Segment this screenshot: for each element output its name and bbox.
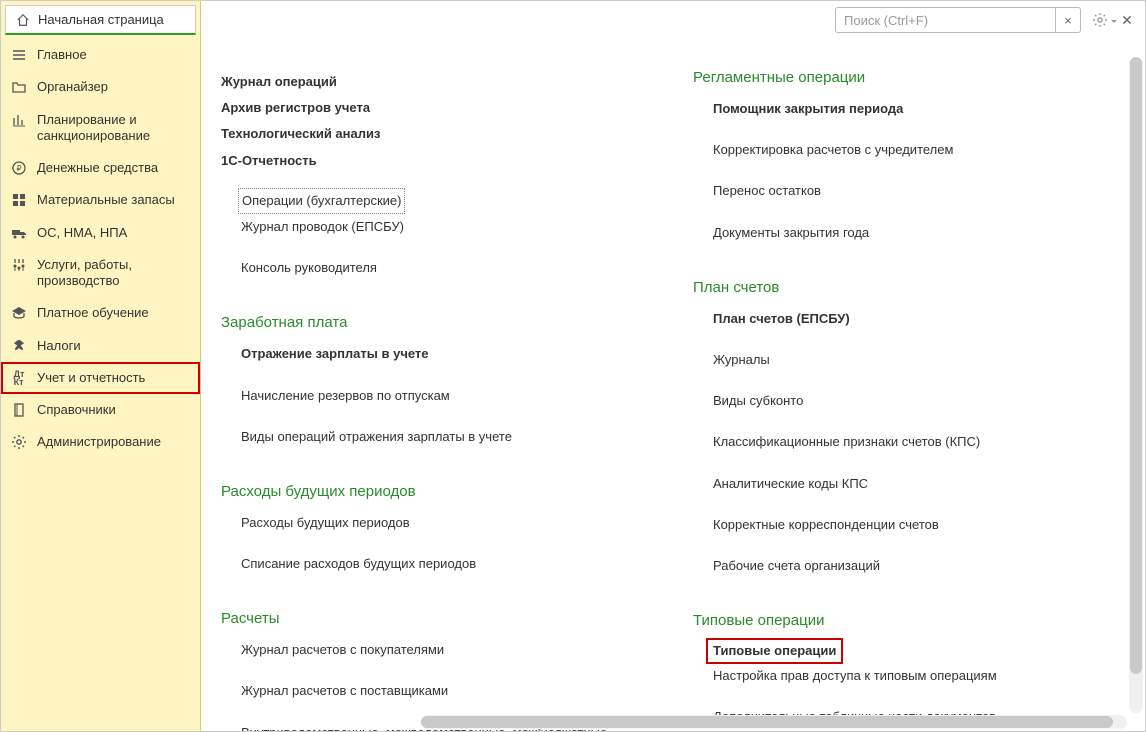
planning-icon [11,112,27,128]
truck-icon [11,225,27,241]
left-column: Журнал операцийАрхив регистров учетаТехн… [221,39,653,731]
settings-button[interactable] [1089,9,1111,31]
nav-item-book[interactable]: Справочники [1,394,200,426]
topbar: × ✕ [201,1,1145,39]
gear-icon [11,434,27,450]
nav-item-label: Планирование и санкционирование [37,112,190,145]
grad-icon [11,305,27,321]
menu-link[interactable]: Журналы [693,347,1125,373]
content-area: Журнал операцийАрхив регистров учетаТехн… [201,39,1145,731]
folder-icon [11,79,27,95]
menu-link[interactable]: Виды субконто [693,388,1125,414]
ruble-icon: ₽ [11,160,27,176]
menu-link[interactable]: Журнал расчетов с покупателями [221,637,653,663]
nav-item-gear[interactable]: Администрирование [1,426,200,458]
book-icon [11,402,27,418]
menu-icon [11,47,27,63]
nav-item-label: Администрирование [37,434,161,450]
nav-item-truck[interactable]: ОС, НМА, НПА [1,217,200,249]
search-clear-button[interactable]: × [1055,7,1081,33]
home-tab-label: Начальная страница [38,12,164,27]
group-title: Регламентные операции [693,69,1125,86]
menu-link[interactable]: Виды операций отражения зарплаты в учете [221,424,653,450]
menu-link[interactable]: Операции (бухгалтерские) [238,188,405,214]
menu-link[interactable]: Консоль руководителя [221,255,653,281]
close-icon: ✕ [1121,12,1133,29]
menu-link[interactable]: Начисление резервов по отпускам [221,383,653,409]
nav-item-label: Материальные запасы [37,192,175,208]
horizontal-scrollbar[interactable] [421,715,1127,729]
sidebar: Начальная страница Главное Органайзер План… [1,1,201,731]
menu-link[interactable]: Расходы будущих периодов [221,510,653,536]
menu-link[interactable]: Журнал расчетов с поставщиками [221,678,653,704]
vertical-scrollbar[interactable] [1129,57,1143,713]
menu-link[interactable]: Корректировка расчетов с учредителем [693,137,1125,163]
menu-link[interactable]: Типовые операции [707,639,842,663]
group-title: Расчеты [221,610,653,627]
search-input[interactable] [835,7,1055,33]
nav-item-dtkt[interactable]: ДтКт Учет и отчетность [1,362,200,394]
menu-link[interactable]: Архив регистров учета [221,95,653,121]
menu-link[interactable]: Корректные корреспонденции счетов [693,512,1125,538]
nav-item-label: Справочники [37,402,116,418]
eagle-icon [11,338,27,354]
menu-link[interactable]: Классификационные признаки счетов (КПС) [693,429,1125,455]
nav-item-label: Денежные средства [37,160,158,176]
nav-item-label: Органайзер [37,79,108,95]
nav-item-label: Налоги [37,338,81,354]
services-icon [11,257,27,273]
nav-item-label: Главное [37,47,87,63]
home-icon [16,13,30,27]
search-wrap: × [835,7,1081,33]
svg-text:₽: ₽ [16,164,21,173]
nav-item-planning[interactable]: Планирование и санкционирование [1,104,200,153]
menu-link[interactable]: План счетов (ЕПСБУ) [693,306,1125,332]
nav-item-label: ОС, НМА, НПА [37,225,127,241]
group-title: Заработная плата [221,314,653,331]
nav-item-boxes[interactable]: Материальные запасы [1,184,200,216]
boxes-icon [11,192,27,208]
dtkt-icon: ДтКт [11,370,27,386]
nav-item-label: Услуги, работы, производство [37,257,190,290]
group-title: Типовые операции [693,612,1125,629]
nav-item-grad[interactable]: Платное обучение [1,297,200,329]
menu-link[interactable]: 1С-Отчетность [221,148,653,174]
nav-item-label: Учет и отчетность [37,370,145,386]
menu-link[interactable]: Помощник закрытия периода [693,96,1125,122]
menu-link[interactable]: Перенос остатков [693,178,1125,204]
gear-icon [1092,12,1108,28]
menu-link[interactable]: Журнал операций [221,69,653,95]
nav-item-label: Платное обучение [37,305,149,321]
group-title: План счетов [693,279,1125,296]
nav-item-eagle[interactable]: Налоги [1,330,200,362]
home-tab[interactable]: Начальная страница [5,5,196,35]
menu-link[interactable]: Настройка прав доступа к типовым операци… [693,663,1125,689]
menu-link[interactable]: Документы закрытия года [693,220,1125,246]
nav-item-menu[interactable]: Главное [1,39,200,71]
menu-link[interactable]: Списание расходов будущих периодов [221,551,653,577]
menu-link[interactable]: Отражение зарплаты в учете [221,341,653,367]
nav-item-ruble[interactable]: ₽ Денежные средства [1,152,200,184]
nav-list: Главное Органайзер Планирование и санкцион… [1,39,200,731]
main-area: × ✕ Журнал операцийАрхив регистров учета… [201,1,1145,731]
horizontal-scrollbar-thumb[interactable] [421,716,1113,728]
menu-link[interactable]: Журнал проводок (ЕПСБУ) [221,214,653,240]
group-title: Расходы будущих периодов [221,483,653,500]
close-button[interactable]: ✕ [1119,12,1135,28]
right-column: Регламентные операции Помощник закрытия п… [693,39,1125,731]
menu-link[interactable]: Аналитические коды КПС [693,471,1125,497]
nav-item-folder[interactable]: Органайзер [1,71,200,103]
menu-link[interactable]: Рабочие счета организаций [693,553,1125,579]
vertical-scrollbar-thumb[interactable] [1130,57,1142,674]
menu-link[interactable]: Технологический анализ [221,121,653,147]
nav-item-services[interactable]: Услуги, работы, производство [1,249,200,298]
